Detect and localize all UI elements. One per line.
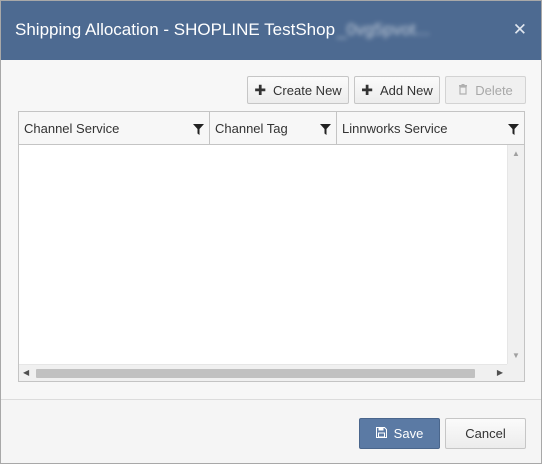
plus-icon: ✚ — [361, 81, 373, 98]
shipping-allocation-grid: Channel Service Channel Tag Linnworks Se… — [18, 111, 525, 382]
cancel-button[interactable]: Cancel — [445, 418, 526, 449]
trash-icon — [458, 82, 468, 98]
save-label: Save — [393, 426, 424, 441]
column-header-label: Channel Tag — [215, 120, 288, 136]
scrollbar-corner — [507, 364, 524, 381]
floppy-disk-icon — [375, 426, 387, 441]
create-new-button[interactable]: ✚ Create New — [247, 76, 349, 104]
create-new-label: Create New — [273, 82, 342, 98]
filter-icon[interactable] — [508, 123, 519, 135]
delete-button[interactable]: Delete — [445, 76, 526, 104]
column-header-label: Channel Service — [24, 120, 120, 136]
filter-icon[interactable] — [193, 123, 204, 135]
horizontal-scrollbar[interactable]: ◀ ▶ — [19, 364, 507, 381]
obscured-shop-id: _0vg5pvot... — [337, 20, 430, 39]
column-header-channel-tag[interactable]: Channel Tag — [210, 112, 337, 144]
scroll-right-icon[interactable]: ▶ — [497, 368, 503, 377]
dialog-footer: Save Cancel — [1, 399, 541, 463]
horizontal-scroll-thumb[interactable] — [36, 369, 475, 378]
delete-label: Delete — [475, 82, 513, 98]
scroll-up-icon[interactable]: ▲ — [512, 149, 520, 158]
column-header-channel-service[interactable]: Channel Service — [19, 112, 210, 144]
filter-icon[interactable] — [320, 123, 331, 135]
add-new-label: Add New — [379, 82, 433, 98]
close-icon[interactable]: ✕ — [513, 20, 527, 40]
column-header-linnworks-service[interactable]: Linnworks Service — [337, 112, 524, 144]
dialog-title-text: Shipping Allocation - SHOPLINE TestShop — [15, 20, 336, 39]
scroll-down-icon[interactable]: ▼ — [512, 351, 520, 360]
dialog-body: ✚ Create New ✚ Add New Delete Channel Se… — [1, 60, 541, 399]
vertical-scrollbar[interactable]: ▲ ▼ — [507, 145, 524, 364]
save-button[interactable]: Save — [359, 418, 440, 449]
shipping-allocation-dialog: Shipping Allocation - SHOPLINE TestShop _… — [0, 0, 542, 464]
dialog-header: Shipping Allocation - SHOPLINE TestShop _… — [1, 1, 541, 60]
column-header-label: Linnworks Service — [342, 120, 448, 136]
add-new-button[interactable]: ✚ Add New — [354, 76, 440, 104]
grid-header-row: Channel Service Channel Tag Linnworks Se… — [19, 112, 524, 145]
scroll-left-icon[interactable]: ◀ — [23, 368, 29, 377]
plus-icon: ✚ — [254, 81, 267, 98]
dialog-title: Shipping Allocation - SHOPLINE TestShop _… — [15, 20, 430, 40]
grid-body — [19, 145, 524, 381]
cancel-label: Cancel — [465, 426, 506, 441]
